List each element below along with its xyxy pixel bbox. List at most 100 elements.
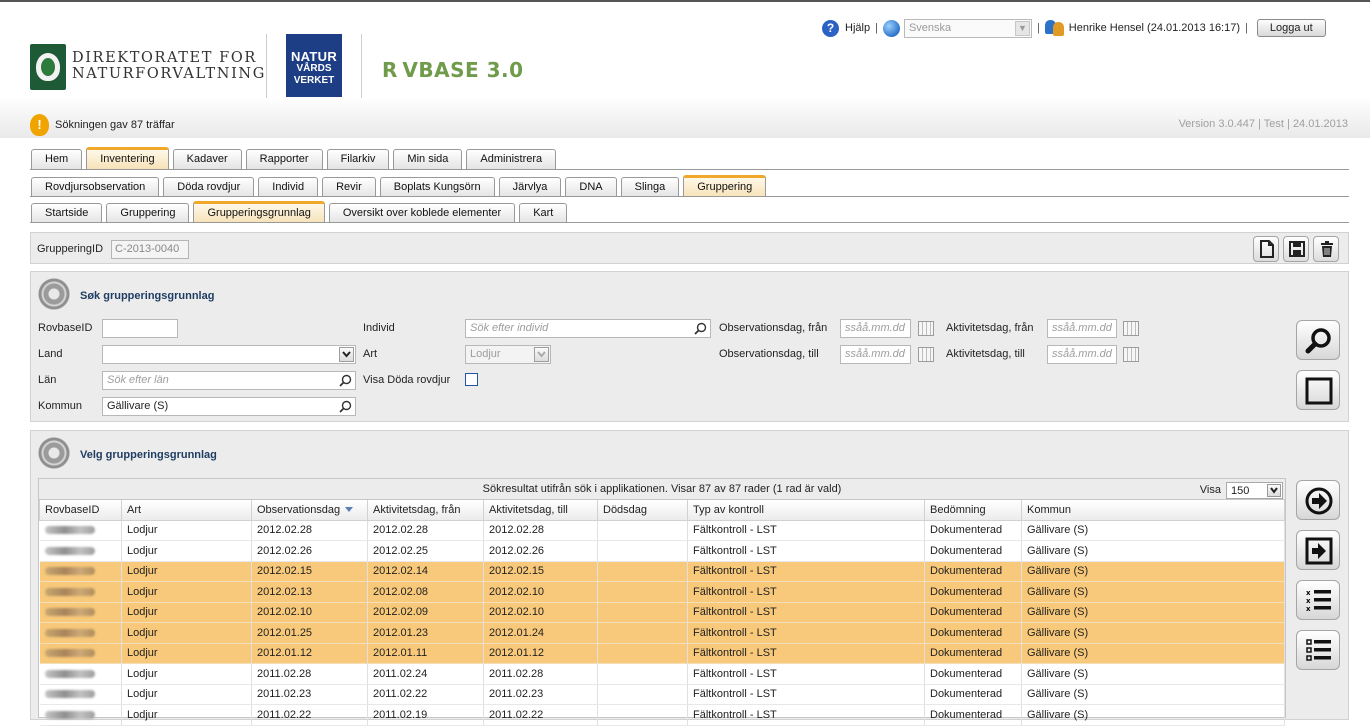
- tab-administrera[interactable]: Administrera: [466, 149, 557, 169]
- add-button[interactable]: [1296, 480, 1340, 520]
- logout-button[interactable]: Logga ut: [1256, 19, 1326, 37]
- column-header[interactable]: RovbaseID: [39, 500, 122, 521]
- cell-dod: [597, 602, 688, 623]
- calendar-icon[interactable]: [1123, 347, 1139, 362]
- subsubtab-grupperingsgrunnlag[interactable]: Grupperingsgrunnlag: [193, 201, 325, 223]
- visa-doda-checkbox[interactable]: [465, 373, 478, 386]
- subsubtab-gruppering[interactable]: Gruppering: [106, 203, 190, 223]
- cell-kommun: Gällivare (S): [1021, 622, 1285, 644]
- chevron-down-icon[interactable]: [534, 347, 549, 362]
- column-header[interactable]: Dödsdag: [597, 500, 688, 521]
- rovbaseid-input[interactable]: [102, 319, 178, 338]
- clear-button[interactable]: [1296, 370, 1340, 410]
- search-button[interactable]: [1296, 320, 1340, 360]
- cell-dod: [597, 540, 688, 562]
- subsubtab-startside[interactable]: Startside: [31, 203, 103, 223]
- cell-bed: Dokumenterad: [924, 581, 1022, 603]
- language-select[interactable]: Svenska ▼: [903, 18, 1032, 38]
- rovbaseid-cell: [39, 561, 122, 582]
- subtab-järvlya[interactable]: Järvlya: [498, 177, 562, 197]
- subsubtab-kart[interactable]: Kart: [519, 203, 568, 223]
- numbered-list-icon: xxx: [1306, 589, 1331, 613]
- cell-typ: Fältkontroll - LST: [687, 663, 925, 685]
- table-row[interactable]: Lodjur 2012.02.28 2012.02.28 2012.02.28 Fält…: [39, 520, 1285, 541]
- page-size: Visa 150: [1200, 480, 1283, 500]
- page-size-select[interactable]: 150: [1226, 481, 1283, 499]
- sub-tabs: Rovdjursobservation Döda rovdjur Individ Re…: [31, 175, 770, 197]
- warning-icon: !: [30, 114, 49, 136]
- cell-typ: Fältkontroll - LST: [687, 602, 925, 623]
- subtab-dna[interactable]: DNA: [565, 177, 617, 197]
- tab-hem[interactable]: Hem: [31, 149, 83, 169]
- kommun-search-input[interactable]: Gällivare (S): [102, 397, 356, 416]
- column-header[interactable]: Kommun: [1021, 500, 1285, 521]
- app-logo: R VBASE 3.0: [382, 58, 524, 82]
- akt-till-input[interactable]: ssåå.mm.dd: [1047, 345, 1117, 364]
- cell-kommun: Gällivare (S): [1021, 663, 1285, 685]
- art-select[interactable]: Lodjur: [465, 345, 551, 364]
- search-icon[interactable]: [339, 374, 352, 387]
- cell-art: Lodjur: [121, 622, 252, 644]
- help-link[interactable]: Hjälp: [845, 22, 870, 34]
- tab-rapporter[interactable]: Rapporter: [245, 149, 323, 169]
- save-button[interactable]: [1283, 236, 1309, 262]
- cell-dod: [597, 520, 688, 541]
- table-row[interactable]: Lodjur 2012.02.15 2012.02.14 2012.02.15 Fält…: [39, 561, 1285, 582]
- column-header[interactable]: Typ av kontroll: [687, 500, 925, 521]
- search-icon[interactable]: [339, 400, 352, 413]
- chevron-down-icon[interactable]: ▼: [1014, 20, 1030, 36]
- column-header[interactable]: Observationsdag: [251, 500, 368, 521]
- cell-art: Lodjur: [121, 581, 252, 603]
- obs-till-input[interactable]: ssåå.mm.dd: [840, 345, 911, 364]
- chevron-down-icon[interactable]: [1267, 483, 1281, 497]
- subtab-slinga[interactable]: Slinga: [620, 177, 680, 197]
- table-row[interactable]: Lodjur 2011.02.23 2011.02.22 2011.02.23 Fält…: [39, 684, 1285, 705]
- subsubtab-oversikt-over-koblede-elementer[interactable]: Oversikt over koblede elementer: [328, 203, 516, 223]
- table-row[interactable]: Lodjur 2012.02.13 2012.02.08 2012.02.10 Fält…: [39, 581, 1285, 603]
- akt-fran-input[interactable]: ssåå.mm.dd: [1047, 319, 1117, 338]
- search-icon[interactable]: [694, 322, 707, 335]
- table-row[interactable]: Lodjur 2012.01.25 2012.01.23 2012.01.24 Fält…: [39, 622, 1285, 644]
- tab-filarkiv[interactable]: Filarkiv: [326, 149, 390, 169]
- cell-obs: 2012.02.26: [251, 540, 368, 562]
- lan-search-input[interactable]: Sök efter län: [102, 371, 356, 390]
- delete-button[interactable]: [1313, 236, 1339, 262]
- column-header[interactable]: Aktivitetsdag, från: [367, 500, 484, 521]
- help-icon[interactable]: ?: [822, 19, 839, 37]
- svg-text:x: x: [1306, 597, 1311, 605]
- subtab-revir[interactable]: Revir: [322, 177, 376, 197]
- numbered-list-button[interactable]: xxx: [1296, 580, 1340, 620]
- table-row[interactable]: Lodjur 2011.02.28 2011.02.24 2011.02.28 Fält…: [39, 663, 1285, 685]
- list-button[interactable]: [1296, 630, 1340, 670]
- visa-doda-label: Visa Döda rovdjur: [363, 374, 451, 386]
- kommun-label: Kommun: [38, 400, 83, 412]
- add-selected-button[interactable]: [1296, 530, 1340, 570]
- cell-till: 2012.02.26: [483, 540, 598, 562]
- obs-fran-input[interactable]: ssåå.mm.dd: [840, 319, 911, 338]
- tab-kadaver[interactable]: Kadaver: [172, 149, 242, 169]
- lan-label: Län: [38, 374, 57, 386]
- cell-bed: Dokumenterad: [924, 540, 1022, 562]
- table-row[interactable]: Lodjur 2012.01.12 2012.01.11 2012.01.12 Fält…: [39, 643, 1285, 664]
- dn-logo-icon: [30, 44, 66, 90]
- individ-search-input[interactable]: Sök efter individ: [465, 319, 711, 338]
- column-header[interactable]: Bedömning: [924, 500, 1022, 521]
- subtab-individ[interactable]: Individ: [258, 177, 319, 197]
- table-row[interactable]: Lodjur 2012.02.10 2012.02.09 2012.02.10 Fält…: [39, 602, 1285, 623]
- new-document-button[interactable]: [1253, 236, 1279, 262]
- calendar-icon[interactable]: [918, 347, 934, 362]
- subtab-gruppering[interactable]: Gruppering: [683, 175, 767, 197]
- column-header[interactable]: Art: [121, 500, 252, 521]
- subtab-boplats-kungsörn[interactable]: Boplats Kungsörn: [379, 177, 495, 197]
- redacted-id: [44, 649, 95, 658]
- table-row[interactable]: Lodjur 2012.02.26 2012.02.25 2012.02.26 Fält…: [39, 540, 1285, 562]
- calendar-icon[interactable]: [918, 321, 934, 336]
- tab-inventering[interactable]: Inventering: [86, 147, 169, 169]
- subtab-döda-rovdjur[interactable]: Döda rovdjur: [163, 177, 255, 197]
- tab-min-sida[interactable]: Min sida: [393, 149, 463, 169]
- subtab-rovdjursobservation[interactable]: Rovdjursobservation: [31, 177, 160, 197]
- chevron-down-icon[interactable]: [339, 347, 354, 362]
- land-select[interactable]: [102, 345, 356, 364]
- calendar-icon[interactable]: [1123, 321, 1139, 336]
- column-header[interactable]: Aktivitetsdag, till: [483, 500, 598, 521]
